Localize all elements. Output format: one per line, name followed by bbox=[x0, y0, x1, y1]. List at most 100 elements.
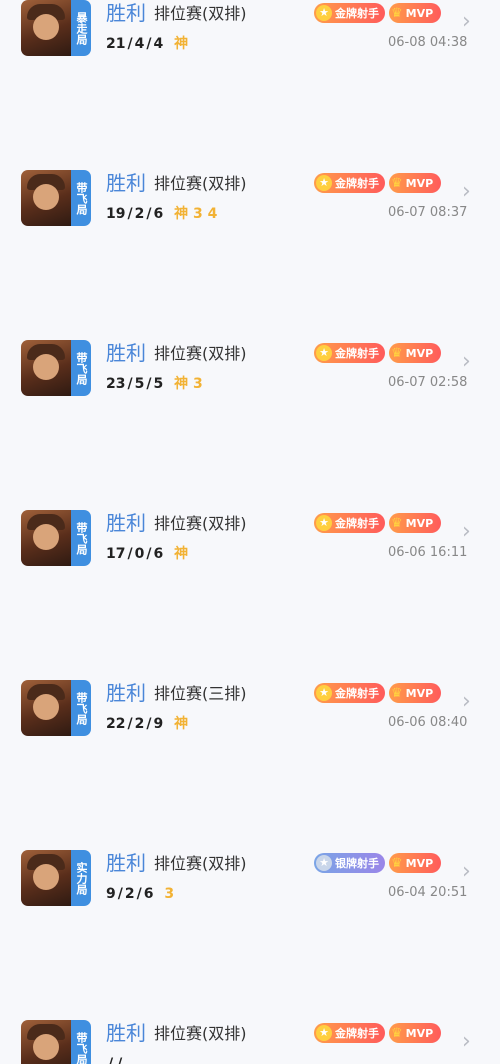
match-result: 胜利 bbox=[106, 851, 146, 875]
hero-portrait-icon bbox=[21, 170, 71, 226]
kda: 21/4/4 神 bbox=[106, 36, 189, 52]
match-row[interactable]: 带飞局 胜利 排位赛(双排) 23/5/5 神 3 ★ 金牌射手 ♛ MVP 06-… bbox=[0, 323, 500, 408]
hero-portrait-icon bbox=[21, 340, 71, 396]
mvp-label: MVP bbox=[405, 346, 434, 360]
trophy-icon: ♛ bbox=[391, 345, 403, 361]
match-tag: 带飞局 bbox=[71, 170, 91, 226]
mvp-badge: ♛ MVP bbox=[389, 683, 442, 703]
mvp-label: MVP bbox=[405, 6, 434, 20]
honor-mark: 神 bbox=[174, 546, 189, 562]
match-result: 胜利 bbox=[106, 341, 146, 365]
honor-mark: 3 bbox=[192, 376, 203, 392]
mvp-label: MVP bbox=[405, 856, 434, 870]
badges: ★ 银牌射手 ♛ MVP bbox=[314, 853, 442, 873]
deaths: 5 bbox=[134, 376, 145, 392]
mvp-badge: ♛ MVP bbox=[389, 173, 442, 193]
assists: 9 bbox=[153, 716, 164, 732]
match-result: 胜利 bbox=[106, 511, 146, 535]
rank-badge: ★ 金牌射手 bbox=[314, 683, 385, 703]
match-tag: 带飞局 bbox=[71, 680, 91, 736]
match-row[interactable]: 带飞局 胜利 排位赛(双排) / / ★ 金牌射手 ♛ MVP › bbox=[0, 1003, 500, 1064]
match-mode: 排位赛(双排) bbox=[154, 854, 247, 873]
honor-marks: 神 3 bbox=[174, 376, 203, 392]
star-icon: ★ bbox=[316, 175, 332, 191]
match-result: 胜利 bbox=[106, 681, 146, 705]
kills: 23 bbox=[106, 376, 126, 392]
match-row[interactable]: 实力局 胜利 排位赛(双排) 9/2/6 3 ★ 银牌射手 ♛ MVP 06-04 … bbox=[0, 833, 500, 918]
match-tag: 带飞局 bbox=[71, 1020, 91, 1064]
match-tag: 实力局 bbox=[71, 850, 91, 906]
hero-avatar: 带飞局 bbox=[21, 170, 91, 226]
deaths: 4 bbox=[134, 36, 145, 52]
honor-marks: 神 bbox=[174, 716, 188, 732]
deaths: 2 bbox=[134, 716, 145, 732]
match-row[interactable]: 带飞局 胜利 排位赛(三排) 22/2/9 神 ★ 金牌射手 ♛ MVP 06-06… bbox=[0, 663, 500, 748]
trophy-icon: ♛ bbox=[391, 175, 403, 191]
mvp-label: MVP bbox=[405, 176, 434, 190]
hero-avatar: 暴走局 bbox=[21, 0, 91, 56]
star-icon: ★ bbox=[316, 345, 332, 361]
chevron-right-icon[interactable]: › bbox=[462, 1031, 471, 1053]
rank-badge-label: 金牌射手 bbox=[335, 7, 379, 20]
trophy-icon: ♛ bbox=[391, 855, 403, 871]
assists: 5 bbox=[153, 376, 164, 392]
chevron-right-icon[interactable]: › bbox=[462, 351, 471, 373]
kills: 17 bbox=[106, 546, 126, 562]
match-time: 06-07 08:37 bbox=[388, 205, 468, 220]
hero-portrait-icon bbox=[21, 510, 71, 566]
star-icon: ★ bbox=[316, 5, 332, 21]
match-result: 胜利 bbox=[106, 171, 146, 195]
trophy-icon: ♛ bbox=[391, 5, 403, 21]
match-row[interactable]: 带飞局 胜利 排位赛(双排) 17/0/6 神 ★ 金牌射手 ♛ MVP 06-06… bbox=[0, 493, 500, 578]
hero-avatar: 带飞局 bbox=[21, 340, 91, 396]
hero-portrait-icon bbox=[21, 680, 71, 736]
match-mode: 排位赛(双排) bbox=[154, 1024, 247, 1043]
mvp-badge: ♛ MVP bbox=[389, 513, 442, 533]
badges: ★ 金牌射手 ♛ MVP bbox=[314, 683, 442, 703]
rank-badge: ★ 金牌射手 bbox=[314, 173, 385, 193]
match-row[interactable]: 暴走局 胜利 排位赛(双排) 21/4/4 神 ★ 金牌射手 ♛ MVP 06-08… bbox=[0, 0, 500, 68]
star-icon: ★ bbox=[316, 515, 332, 531]
mvp-badge: ♛ MVP bbox=[389, 343, 442, 363]
badges: ★ 金牌射手 ♛ MVP bbox=[314, 3, 442, 23]
assists: 6 bbox=[153, 546, 164, 562]
star-icon: ★ bbox=[316, 1025, 332, 1041]
match-tag: 带飞局 bbox=[71, 510, 91, 566]
kills: 9 bbox=[106, 886, 116, 902]
deaths: 2 bbox=[134, 206, 145, 222]
assists: 6 bbox=[143, 886, 154, 902]
rank-badge-label: 金牌射手 bbox=[335, 347, 379, 360]
honor-marks: 神 bbox=[174, 546, 188, 562]
rank-badge: ★ 金牌射手 bbox=[314, 3, 385, 23]
chevron-right-icon[interactable]: › bbox=[462, 11, 471, 33]
honor-marks: 3 bbox=[164, 886, 174, 902]
mvp-label: MVP bbox=[405, 516, 434, 530]
match-mode: 排位赛(双排) bbox=[154, 4, 247, 23]
chevron-right-icon[interactable]: › bbox=[462, 861, 471, 883]
mvp-label: MVP bbox=[405, 686, 434, 700]
honor-marks: 神 3 4 bbox=[174, 206, 217, 222]
honor-mark: 3 bbox=[192, 206, 203, 222]
badges: ★ 金牌射手 ♛ MVP bbox=[314, 513, 442, 533]
match-mode: 排位赛(双排) bbox=[154, 344, 247, 363]
match-row[interactable]: 带飞局 胜利 排位赛(双排) 19/2/6 神 3 4 ★ 金牌射手 ♛ MVP 0… bbox=[0, 153, 500, 238]
rank-badge: ★ 金牌射手 bbox=[314, 1023, 385, 1043]
chevron-right-icon[interactable]: › bbox=[462, 181, 471, 203]
trophy-icon: ♛ bbox=[391, 1025, 403, 1041]
match-mode: 排位赛(双排) bbox=[154, 174, 247, 193]
mvp-badge: ♛ MVP bbox=[389, 3, 442, 23]
kda: 17/0/6 神 bbox=[106, 546, 189, 562]
match-time: 06-04 20:51 bbox=[388, 885, 468, 900]
hero-avatar: 带飞局 bbox=[21, 1020, 91, 1064]
deaths: 2 bbox=[124, 886, 135, 902]
honor-mark: 4 bbox=[207, 206, 218, 222]
chevron-right-icon[interactable]: › bbox=[462, 691, 471, 713]
mvp-badge: ♛ MVP bbox=[389, 1023, 442, 1043]
rank-badge: ★ 金牌射手 bbox=[314, 343, 385, 363]
deaths: 0 bbox=[134, 546, 145, 562]
honor-mark: 神 bbox=[174, 376, 189, 392]
kda: 22/2/9 神 bbox=[106, 716, 189, 732]
chevron-right-icon[interactable]: › bbox=[462, 521, 471, 543]
hero-portrait-icon bbox=[21, 1020, 71, 1064]
rank-badge-label: 金牌射手 bbox=[335, 177, 379, 190]
